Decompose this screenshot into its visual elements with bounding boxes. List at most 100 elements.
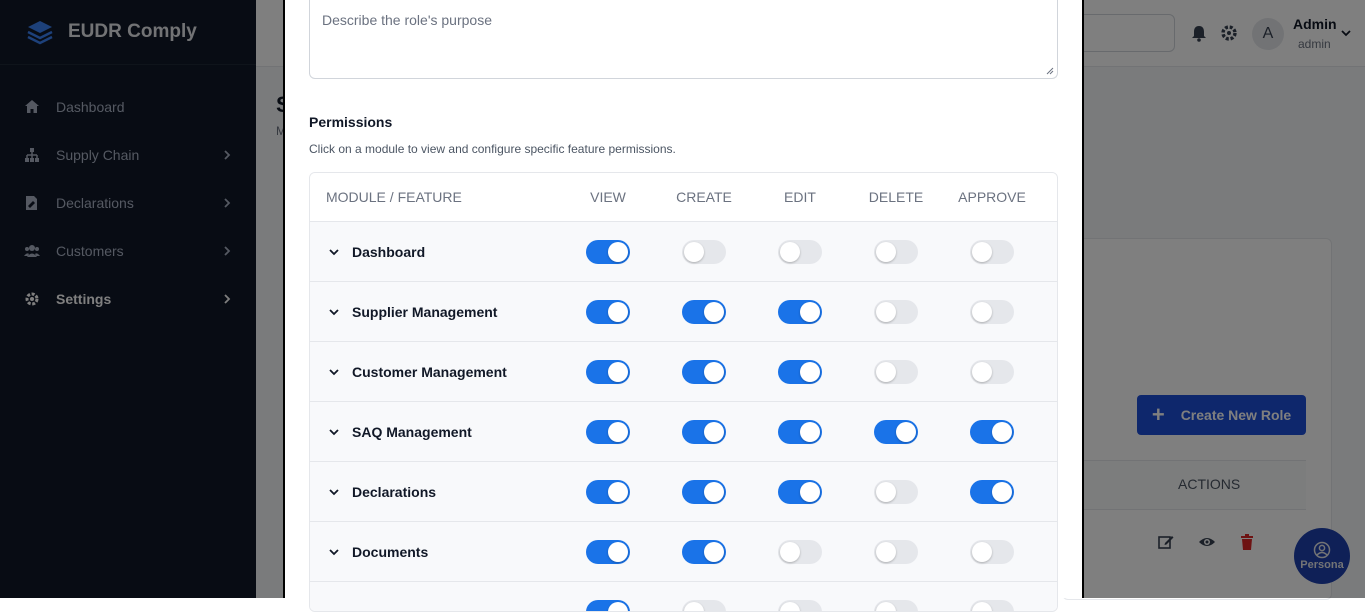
permission-row[interactable]: Dashboard (310, 222, 1057, 282)
role-modal: Describe the role's purpose Permissions … (283, 0, 1084, 598)
module-cell[interactable]: Dashboard (310, 244, 560, 260)
approve-toggle[interactable] (970, 480, 1014, 504)
view-cell (560, 360, 656, 384)
view-toggle[interactable] (586, 480, 630, 504)
delete-toggle[interactable] (874, 300, 918, 324)
approve-cell (944, 360, 1040, 384)
module-label: Declarations (352, 484, 436, 500)
resize-handle-icon[interactable] (1046, 67, 1054, 75)
toggle-knob (608, 482, 628, 502)
delete-cell (848, 240, 944, 264)
create-toggle[interactable] (682, 540, 726, 564)
toggle-knob (608, 542, 628, 562)
create-cell (656, 360, 752, 384)
permission-row[interactable]: Customer Management (310, 342, 1057, 402)
create-toggle[interactable] (682, 420, 726, 444)
delete-toggle[interactable] (874, 420, 918, 444)
view-cell (560, 600, 656, 612)
edit-toggle[interactable] (778, 240, 822, 264)
permissions-title: Permissions (309, 114, 392, 130)
toggle-knob (608, 602, 628, 612)
delete-cell (848, 360, 944, 384)
module-cell[interactable]: Customer Management (310, 364, 560, 380)
approve-toggle[interactable] (970, 420, 1014, 444)
delete-toggle[interactable] (874, 600, 918, 612)
create-cell (656, 240, 752, 264)
view-toggle[interactable] (586, 600, 630, 612)
permissions-subtitle: Click on a module to view and configure … (309, 142, 676, 156)
column-header-edit: EDIT (752, 189, 848, 205)
view-toggle[interactable] (586, 300, 630, 324)
edit-toggle[interactable] (778, 420, 822, 444)
role-description-textarea[interactable]: Describe the role's purpose (309, 0, 1058, 79)
permissions-rows: Dashboard Supplier Management Customer Man… (310, 222, 1057, 612)
toggle-knob (608, 422, 628, 442)
create-toggle[interactable] (682, 300, 726, 324)
view-toggle[interactable] (586, 420, 630, 444)
approve-toggle[interactable] (970, 540, 1014, 564)
toggle-knob (972, 602, 992, 612)
column-header-module: MODULE / FEATURE (310, 189, 560, 205)
toggle-knob (876, 542, 896, 562)
delete-cell (848, 420, 944, 444)
approve-toggle[interactable] (970, 600, 1014, 612)
toggle-knob (800, 302, 820, 322)
approve-cell (944, 600, 1040, 612)
delete-toggle[interactable] (874, 480, 918, 504)
approve-toggle[interactable] (970, 360, 1014, 384)
chevron-down-icon[interactable] (328, 366, 340, 378)
create-toggle[interactable] (682, 600, 726, 612)
module-cell[interactable]: Documents (310, 544, 560, 560)
module-label: Documents (352, 544, 428, 560)
toggle-knob (684, 242, 704, 262)
delete-toggle[interactable] (874, 540, 918, 564)
chevron-down-icon[interactable] (328, 546, 340, 558)
view-toggle[interactable] (586, 360, 630, 384)
view-toggle[interactable] (586, 540, 630, 564)
module-cell[interactable]: Declarations (310, 484, 560, 500)
toggle-knob (876, 482, 896, 502)
edit-toggle[interactable] (778, 480, 822, 504)
chevron-down-icon[interactable] (328, 486, 340, 498)
delete-cell (848, 480, 944, 504)
create-cell (656, 600, 752, 612)
toggle-knob (992, 422, 1012, 442)
create-toggle[interactable] (682, 240, 726, 264)
approve-toggle[interactable] (970, 240, 1014, 264)
edit-toggle[interactable] (778, 600, 822, 612)
view-toggle[interactable] (586, 240, 630, 264)
delete-toggle[interactable] (874, 240, 918, 264)
delete-cell (848, 300, 944, 324)
toggle-knob (800, 362, 820, 382)
delete-toggle[interactable] (874, 360, 918, 384)
permission-row[interactable]: Supplier Management (310, 282, 1057, 342)
create-cell (656, 300, 752, 324)
chevron-down-icon[interactable] (328, 246, 340, 258)
toggle-knob (608, 242, 628, 262)
column-header-approve: APPROVE (944, 189, 1040, 205)
edit-toggle[interactable] (778, 540, 822, 564)
toggle-knob (780, 242, 800, 262)
edit-cell (752, 240, 848, 264)
toggle-knob (876, 242, 896, 262)
toggle-knob (800, 482, 820, 502)
toggle-knob (704, 542, 724, 562)
delete-cell (848, 600, 944, 612)
chevron-down-icon[interactable] (328, 426, 340, 438)
module-cell[interactable]: SAQ Management (310, 424, 560, 440)
permission-row[interactable]: Declarations (310, 462, 1057, 522)
permission-row[interactable] (310, 582, 1057, 612)
edit-toggle[interactable] (778, 300, 822, 324)
edit-toggle[interactable] (778, 360, 822, 384)
create-cell (656, 420, 752, 444)
module-cell[interactable]: Supplier Management (310, 304, 560, 320)
module-label: Customer Management (352, 364, 507, 380)
toggle-knob (704, 422, 724, 442)
permission-row[interactable]: Documents (310, 522, 1057, 582)
approve-toggle[interactable] (970, 300, 1014, 324)
chevron-down-icon[interactable] (328, 306, 340, 318)
create-toggle[interactable] (682, 480, 726, 504)
permission-row[interactable]: SAQ Management (310, 402, 1057, 462)
create-toggle[interactable] (682, 360, 726, 384)
create-cell (656, 540, 752, 564)
